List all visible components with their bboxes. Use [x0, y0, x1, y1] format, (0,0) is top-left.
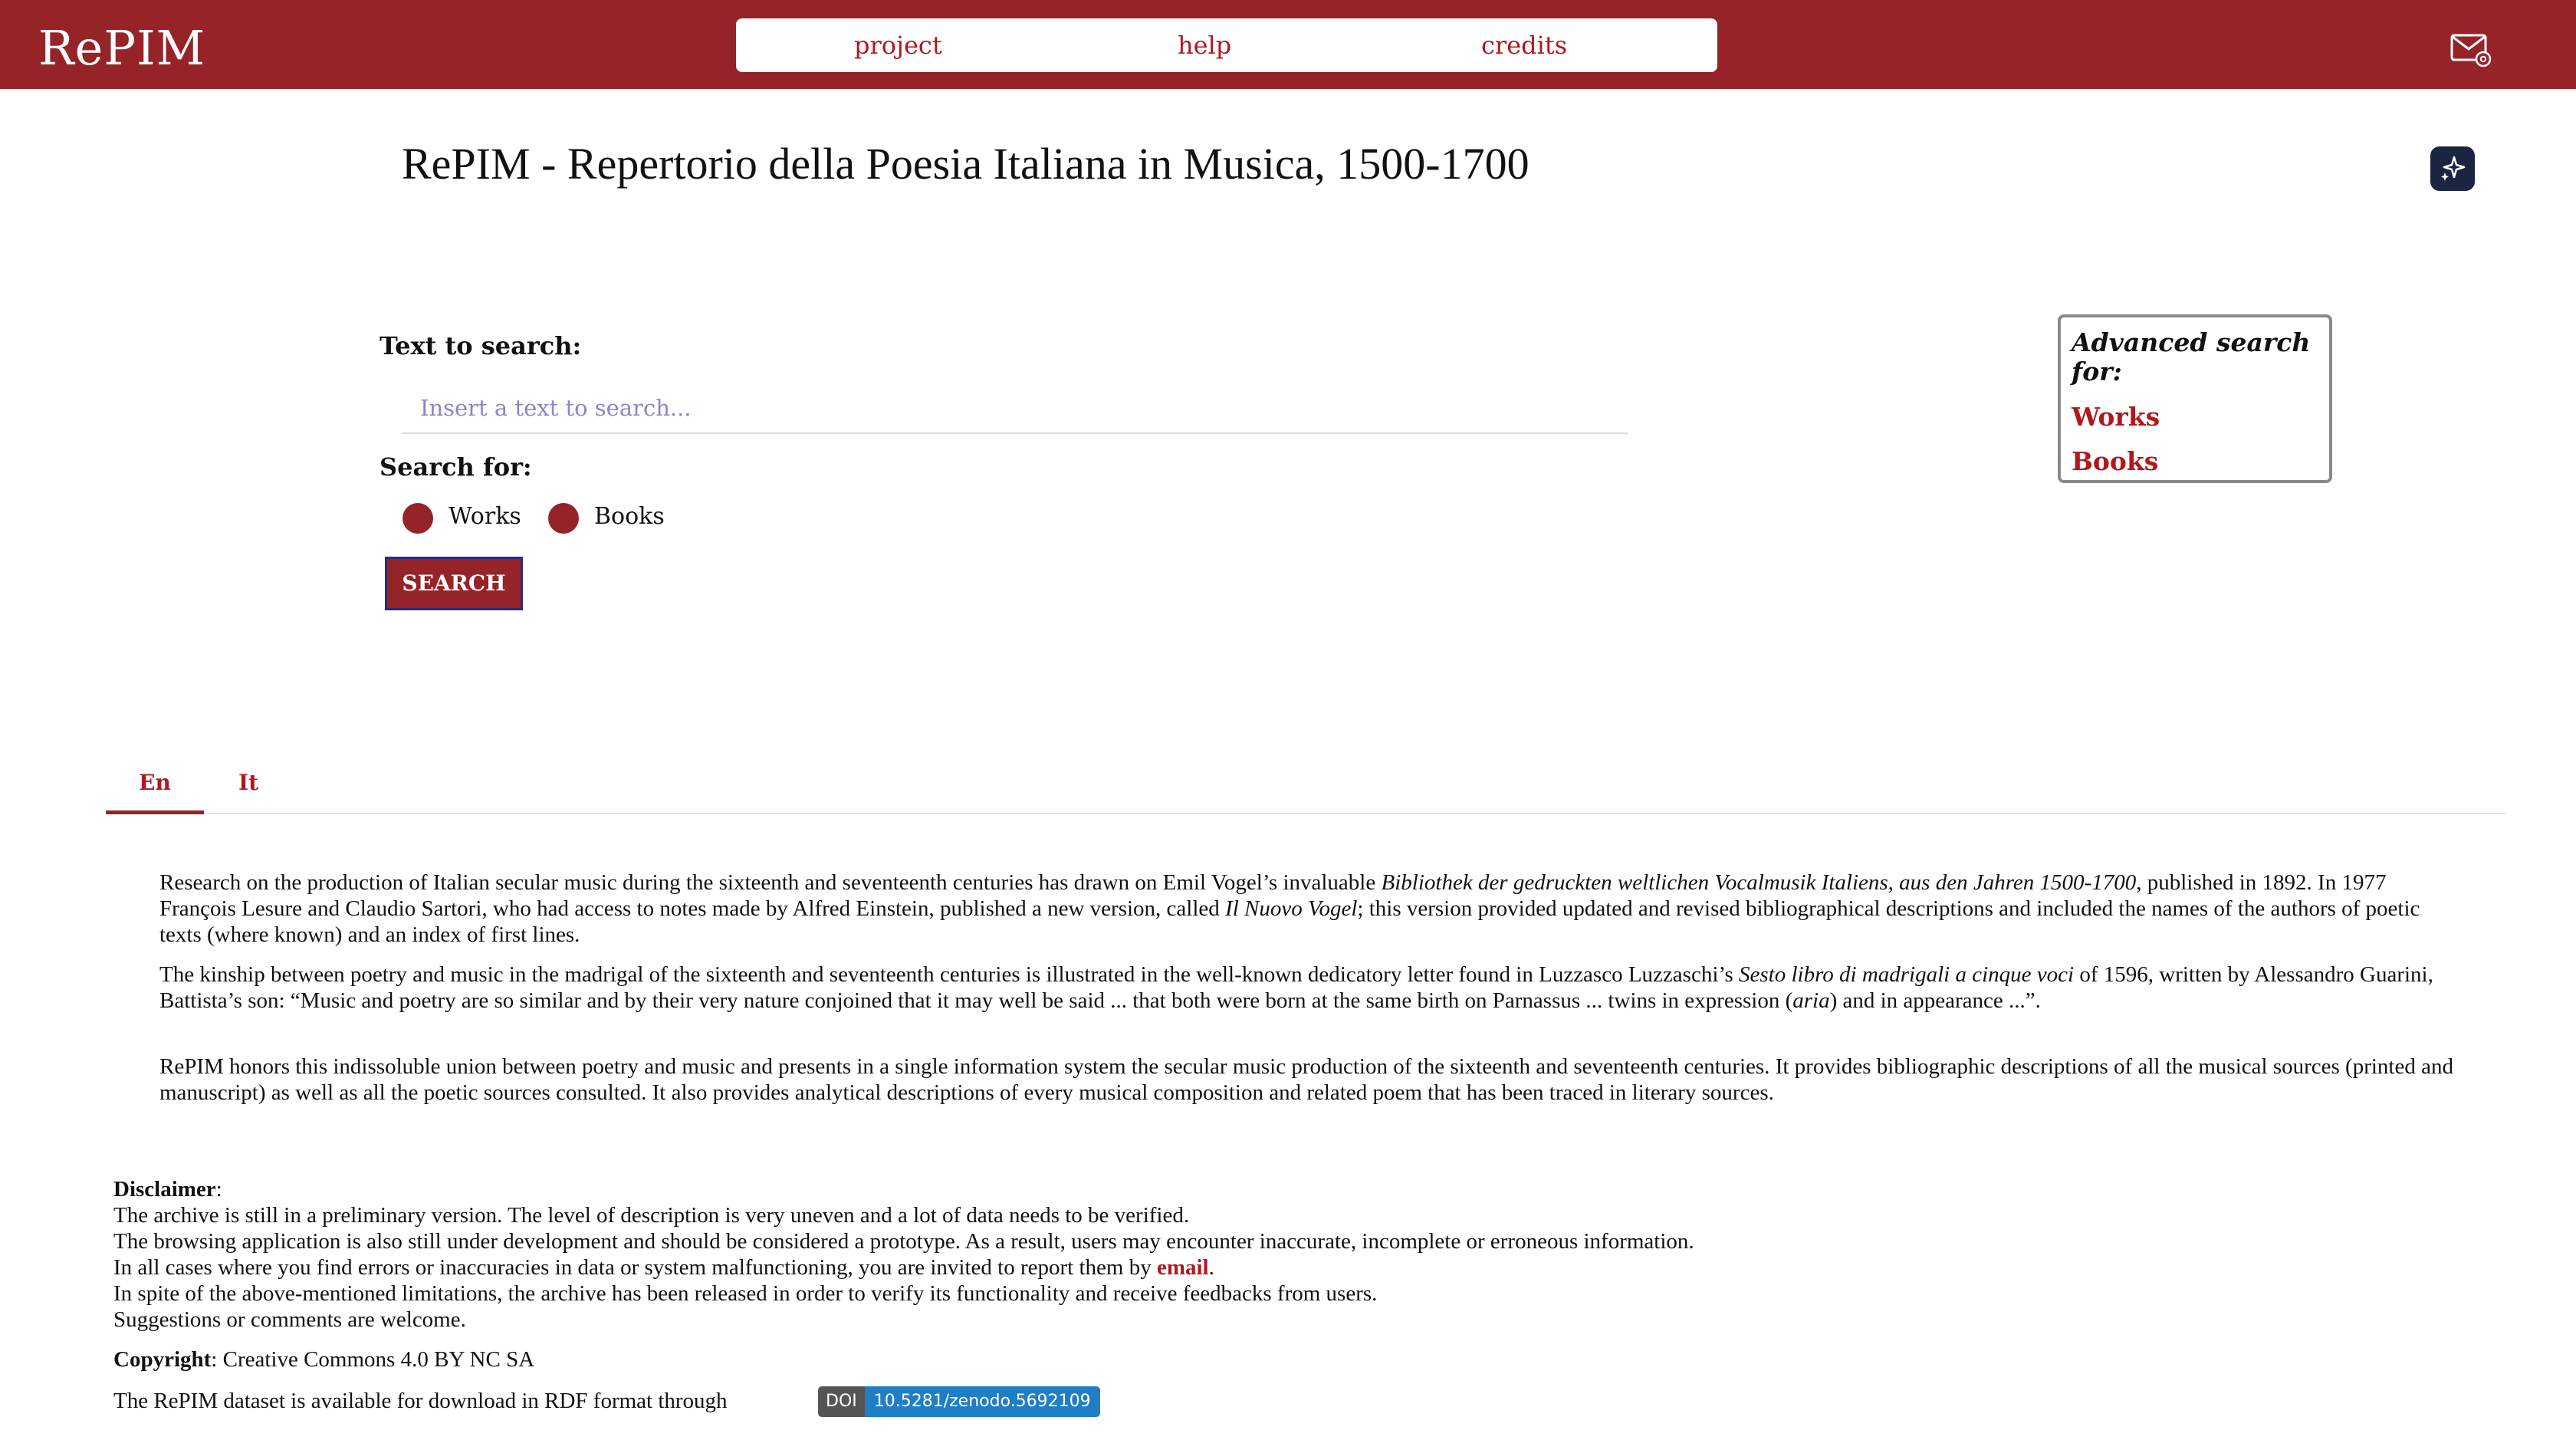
doi-label: DOI: [818, 1386, 865, 1417]
intro-paragraph-2: The kinship between poetry and music in …: [159, 962, 2433, 1013]
doi-badge-link[interactable]: DOI 10.5281/zenodo.5692109: [818, 1386, 1100, 1417]
nav-help-link[interactable]: help: [1178, 31, 1231, 60]
radio-books[interactable]: [548, 503, 579, 534]
disclaimer-line: Suggestions or comments are welcome.: [113, 1307, 466, 1332]
tab-en[interactable]: En: [106, 770, 204, 795]
nav-credits-link[interactable]: credits: [1481, 31, 1567, 60]
search-for-label: Search for:: [380, 452, 532, 482]
nav-project-link[interactable]: project: [854, 31, 942, 60]
doi-value: 10.5281/zenodo.5692109: [864, 1386, 1100, 1417]
disclaimer-line: In all cases where you find errors or in…: [113, 1255, 1214, 1280]
advanced-search-works-link[interactable]: Works: [2072, 402, 2160, 432]
intro-paragraph-1: Research on the production of Italian se…: [159, 870, 2420, 947]
radio-works-label[interactable]: Works: [449, 503, 521, 530]
disclaimer-heading: Disclaimer:: [113, 1177, 222, 1202]
radio-works[interactable]: [402, 503, 433, 534]
disclaimer-line: The archive is still in a preliminary ve…: [113, 1203, 1190, 1228]
mail-at-icon[interactable]: [2450, 32, 2492, 67]
main-nav: project help credits: [736, 18, 1717, 72]
search-button[interactable]: SEARCH: [385, 557, 523, 610]
brand-logo[interactable]: RePIM: [38, 20, 205, 76]
copyright-line: Copyright: Creative Commons 4.0 BY NC SA: [113, 1347, 535, 1372]
disclaimer-line: The browsing application is also still u…: [113, 1229, 1694, 1254]
disclaimer-line: In spite of the above-mentioned limitati…: [113, 1281, 1378, 1306]
advanced-search-panel: Advanced search for: Works Books: [2058, 314, 2332, 483]
advanced-search-title: Advanced search for:: [2072, 327, 2311, 386]
text-to-search-label: Text to search:: [380, 331, 582, 360]
radio-books-label[interactable]: Books: [594, 503, 665, 530]
dataset-line: The RePIM dataset is available for downl…: [113, 1389, 728, 1413]
advanced-search-books-link[interactable]: Books: [2072, 446, 2158, 476]
search-input[interactable]: [402, 383, 1628, 434]
tab-active-indicator: [106, 810, 204, 814]
top-bar: RePIM project help credits: [0, 0, 2576, 89]
tab-divider: [106, 813, 2505, 814]
sparkle-icon[interactable]: [2430, 146, 2475, 191]
email-link[interactable]: email: [1157, 1255, 1209, 1280]
intro-paragraph-3: RePIM honors this indissoluble union bet…: [159, 1054, 2453, 1105]
page-title: RePIM - Repertorio della Poesia Italiana…: [402, 139, 1530, 189]
tab-it[interactable]: It: [224, 770, 273, 795]
